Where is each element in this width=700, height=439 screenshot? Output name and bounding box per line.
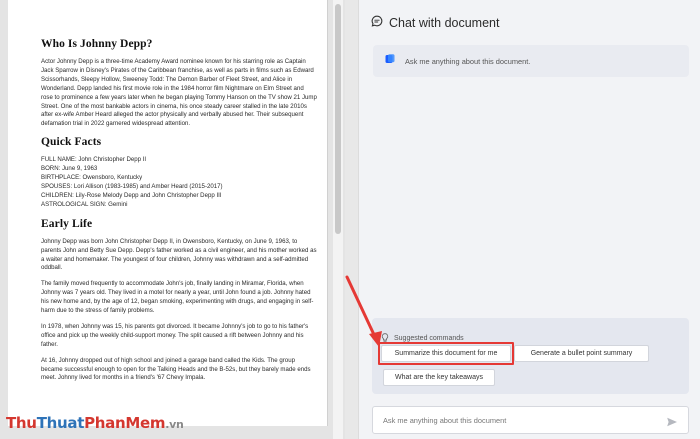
command-key-takeaways[interactable]: What are the key takeaways <box>383 369 495 386</box>
fact-item: BIRTHPLACE: Owensboro, Kentucky <box>41 174 143 182</box>
document-scrollbar[interactable] <box>333 0 343 439</box>
send-icon[interactable] <box>666 415 678 427</box>
intro-message: Ask me anything about this document. <box>373 45 689 77</box>
watermark-part: Thuat <box>36 414 85 432</box>
document-page: Who Is Johnny Depp? Actor Johnny Depp is… <box>8 0 328 426</box>
command-summarize[interactable]: Summarize this document for me <box>381 345 511 362</box>
intro-message-text: Ask me anything about this document. <box>405 56 531 66</box>
doc-paragraph: In 1978, when Johnny was 15, his parents… <box>41 322 309 348</box>
doc-paragraph: At 16, Johnny dropped out of high school… <box>41 356 311 382</box>
doc-heading-quick-facts: Quick Facts <box>41 136 102 149</box>
chat-panel: Chat with document Ask me anything about… <box>358 0 700 439</box>
chat-header: Chat with document <box>371 14 499 32</box>
suggested-label-text: Suggested commands <box>394 334 464 342</box>
chat-input-box <box>372 406 689 434</box>
fact-item: BORN: June 9, 1963 <box>41 165 98 173</box>
watermark-part: .vn <box>165 418 184 431</box>
suggested-commands: Suggested commands Summarize this docume… <box>372 318 689 394</box>
fact-item: FULL NAME: John Christopher Depp II <box>41 156 147 164</box>
copilot-icon <box>384 52 396 70</box>
watermark-part: Thu <box>6 414 37 432</box>
chat-input[interactable] <box>383 415 663 425</box>
scrollbar-thumb[interactable] <box>335 4 341 234</box>
doc-paragraph: Actor Johnny Depp is a three-time Academ… <box>41 58 317 128</box>
watermark: ThuThuatPhanMem.vn <box>6 414 184 432</box>
quick-facts-list: FULL NAME: John Christopher Depp II BORN… <box>41 156 317 209</box>
fact-item: SPOUSES: Lori Allison (1983-1985) and Am… <box>41 182 223 190</box>
doc-heading-who: Who Is Johnny Depp? <box>41 38 153 50</box>
document-pane: Who Is Johnny Depp? Actor Johnny Depp is… <box>0 0 345 439</box>
chat-title: Chat with document <box>389 16 500 30</box>
doc-heading-early-life: Early Life <box>41 217 93 230</box>
doc-paragraph: Johnny Depp was born John Christopher De… <box>41 237 317 272</box>
fact-item: ASTROLOGICAL SIGN: Gemini <box>41 200 128 208</box>
watermark-part: PhanMem <box>84 414 166 432</box>
command-bullet-summary[interactable]: Generate a bullet point summary <box>514 345 649 362</box>
fact-item: CHILDREN: Lily-Rose Melody Depp and John… <box>41 191 222 199</box>
doc-paragraph: The family moved frequently to accommoda… <box>41 280 314 315</box>
chat-bubble-icon <box>371 14 383 32</box>
